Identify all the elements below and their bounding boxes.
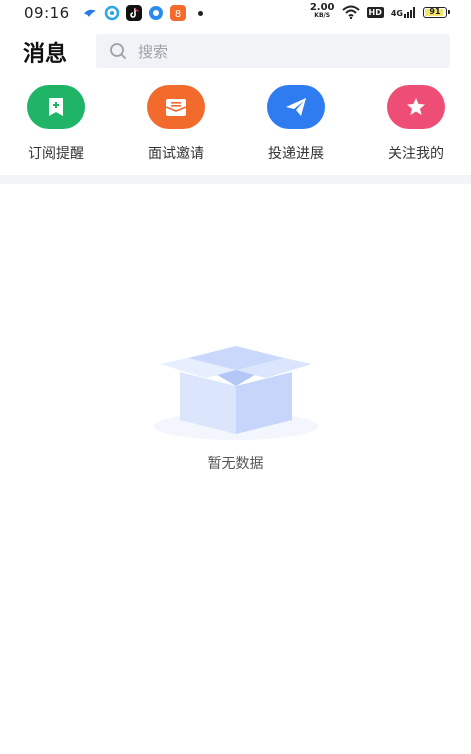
network-speed: 2.00 KB/S [309,2,335,20]
category-application-progress[interactable]: 投递进展 [251,85,341,163]
notification-icons: 8 [82,5,203,21]
network-speed-unit: KB/S [314,12,331,19]
category-icon-circle [147,85,205,129]
empty-state-text: 暂无数据 [207,456,264,472]
hd-icon: HD [366,6,384,18]
status-time: 09:16 [24,4,70,22]
page-title: 消息 [23,42,68,67]
search-placeholder: 搜索 [138,42,169,61]
shopping-app-icon: 8 [170,5,186,21]
section-divider [0,175,471,184]
svg-text:8: 8 [175,9,181,20]
bird-app-icon [84,9,96,17]
category-icon-circle [27,85,85,129]
cellular-signal-icon: 4G [390,6,416,18]
paper-plane-icon [286,98,306,116]
category-interview-invitation[interactable]: 面试邀请 [131,85,221,163]
search-icon [110,43,126,59]
bookmark-plus-icon [49,98,63,116]
empty-box-icon [154,346,318,440]
category-icon-circle [387,85,445,129]
star-icon [407,98,425,115]
message-categories: 订阅提醒 面试邀请 投递进展 关注我的 [0,85,471,165]
category-label: 订阅提醒 [28,146,84,162]
video-app-icon [149,6,163,20]
signal-type: 4G [390,8,403,18]
more-notifications-dot [198,10,203,16]
tiktok-app-icon [126,5,142,21]
browser-app-icon [104,5,120,21]
status-bar: 09:16 8 2.00 KB/S HD 4G 91 [0,0,471,26]
envelope-icon [165,99,187,116]
category-icon-circle [267,85,325,129]
battery-icon: 91 [423,6,450,18]
category-followed-me[interactable]: 关注我的 [371,85,461,163]
battery-level: 91 [429,6,441,16]
category-label: 面试邀请 [148,146,204,162]
category-label: 投递进展 [268,146,324,162]
system-icons: 2.00 KB/S HD 4G 91 [309,2,450,20]
category-label: 关注我的 [388,146,444,162]
network-speed-value: 2.00 [309,2,335,13]
search-input[interactable]: 搜索 [96,34,450,68]
category-subscription-reminder[interactable]: 订阅提醒 [11,85,101,163]
wifi-icon [341,5,360,19]
